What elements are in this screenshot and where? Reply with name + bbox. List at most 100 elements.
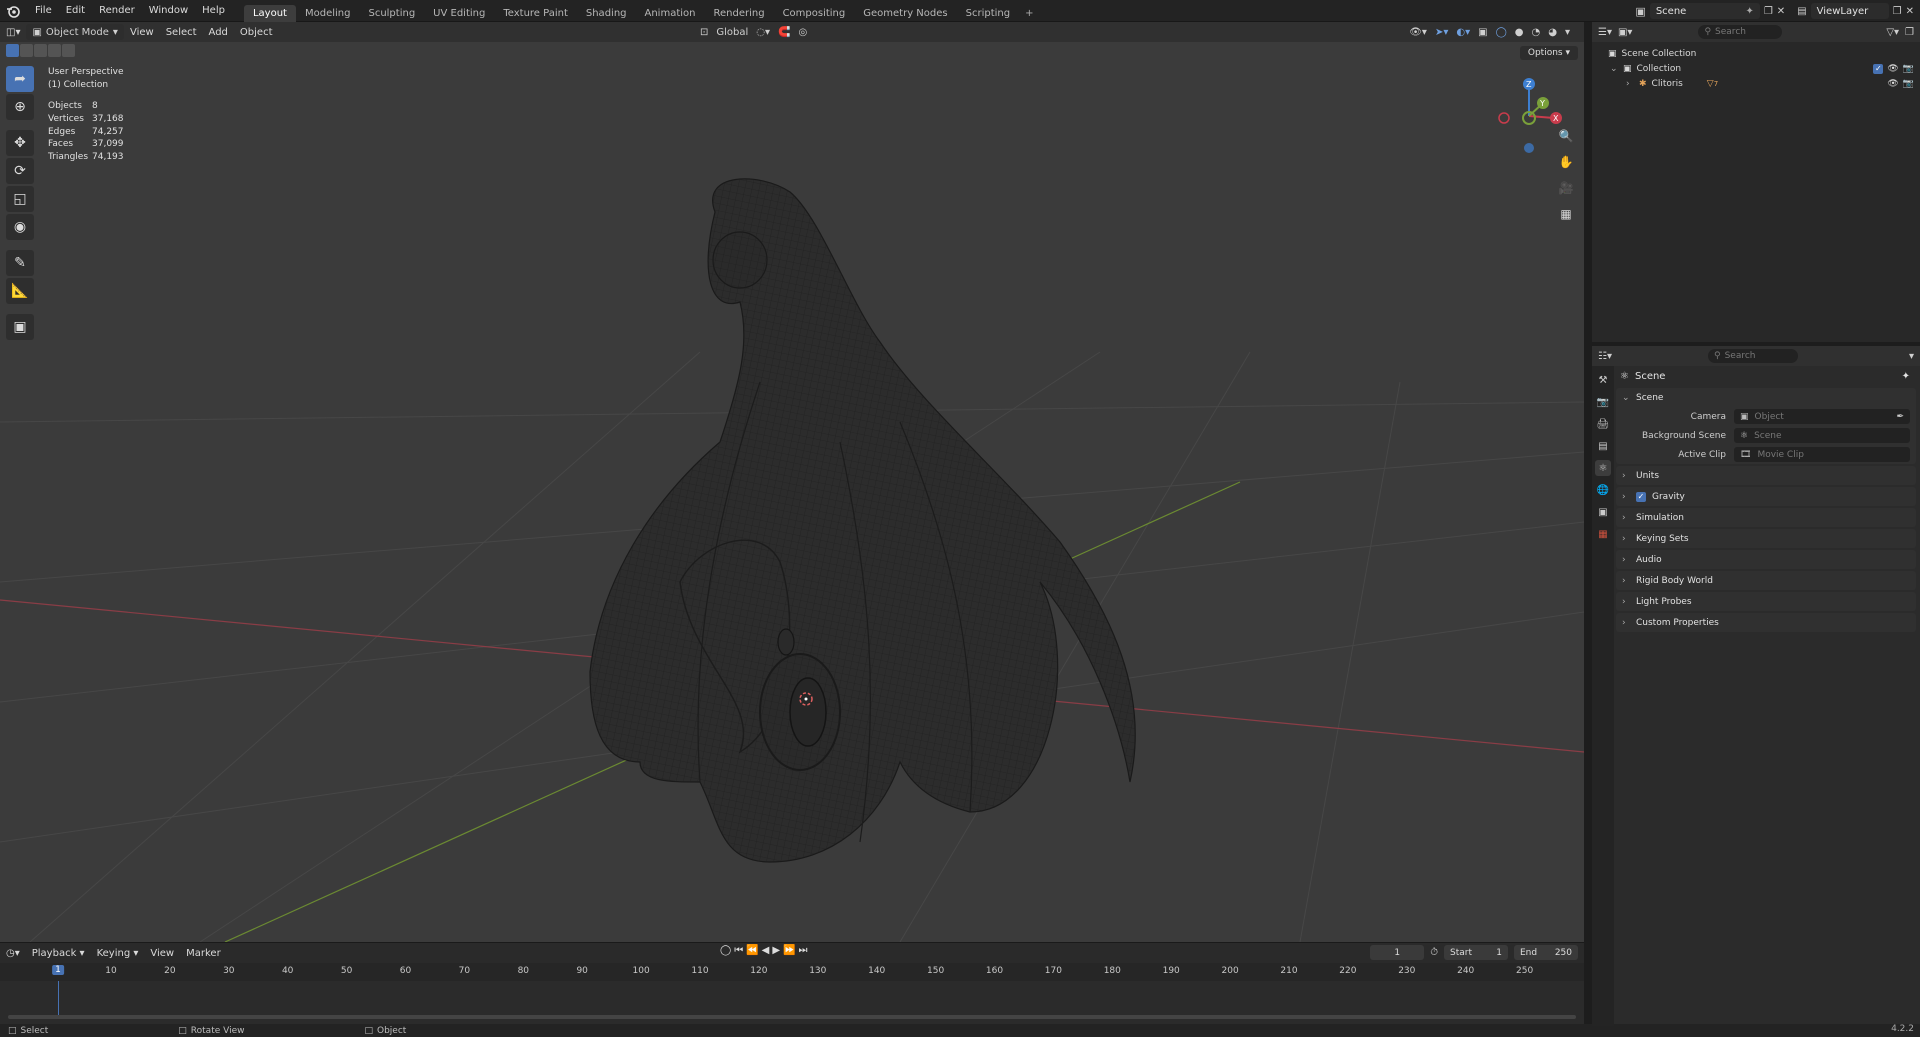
eyedropper-icon[interactable]: ✒ xyxy=(1896,412,1904,422)
tab-compositing[interactable]: Compositing xyxy=(774,5,855,22)
viewport-menu-object[interactable]: Object xyxy=(234,25,279,40)
display-mode-icon[interactable]: ▣▾ xyxy=(1618,27,1632,38)
tab-uv-editing[interactable]: UV Editing xyxy=(424,5,494,22)
texture-tab-icon[interactable]: ▦ xyxy=(1595,526,1611,542)
properties-options-icon[interactable]: ▾ xyxy=(1909,351,1914,362)
timeline-menu-view[interactable]: View xyxy=(144,946,180,961)
material-shading-icon[interactable]: ◔ xyxy=(1532,27,1541,38)
current-frame-field[interactable]: 1 xyxy=(1370,945,1425,960)
jump-start-icon[interactable]: ⏮ xyxy=(734,945,743,956)
select-subtract-icon[interactable] xyxy=(34,44,47,57)
frame-ruler[interactable]: 1 10 20 30 40 50 60 70 80 90 100 110 120 130 140 150 16… xyxy=(0,963,1584,981)
wireframe-shading-icon[interactable]: ◯ xyxy=(1496,27,1507,38)
active-clip-field[interactable]: 🎞 Movie Clip xyxy=(1734,447,1910,462)
options-button[interactable]: Options ▾ xyxy=(1519,46,1578,60)
render-tab-icon[interactable]: 📷 xyxy=(1595,394,1611,410)
playhead-frame-badge[interactable]: 1 xyxy=(52,965,64,975)
play-icon[interactable]: ▶ xyxy=(772,945,780,956)
tab-layout[interactable]: Layout xyxy=(243,4,296,22)
camera-view-icon[interactable]: 🎥 xyxy=(1556,178,1576,198)
pin-icon[interactable]: ✦ xyxy=(1902,371,1910,382)
camera-icon[interactable]: 📷 xyxy=(1903,79,1914,89)
add-workspace-button[interactable]: + xyxy=(1019,5,1039,22)
gravity-checkbox[interactable]: ✓ xyxy=(1636,491,1646,502)
view-layer-tab-icon[interactable]: ▤ xyxy=(1595,438,1611,454)
start-frame-field[interactable]: Start 1 xyxy=(1444,945,1508,960)
select-invert-icon[interactable] xyxy=(48,44,61,57)
tab-texture-paint[interactable]: Texture Paint xyxy=(494,5,577,22)
eye-icon[interactable]: 👁 xyxy=(1887,64,1898,74)
timeline-scrollbar[interactable] xyxy=(8,1015,1576,1019)
properties-editor-icon[interactable]: ☷▾ xyxy=(1598,351,1612,362)
jump-keyframe-back-icon[interactable]: ⏪ xyxy=(746,945,758,956)
delete-scene-icon[interactable]: ✕ xyxy=(1777,6,1785,17)
viewport-menu-select[interactable]: Select xyxy=(160,25,203,40)
custom-properties-panel[interactable]: › Custom Properties xyxy=(1616,613,1916,632)
scene-selector[interactable]: Scene ✦ xyxy=(1649,3,1760,19)
outliner-scene-collection[interactable]: ▣ Scene Collection xyxy=(1592,46,1920,61)
exclude-checkbox[interactable]: ✓ xyxy=(1873,63,1884,74)
mode-dropdown[interactable]: ▣ Object Mode ▾ xyxy=(26,24,124,40)
visibility-icon[interactable]: 👁▾ xyxy=(1409,27,1427,38)
timeline-menu-marker[interactable]: Marker xyxy=(180,946,227,961)
viewport-menu-view[interactable]: View xyxy=(124,25,160,40)
menu-render[interactable]: Render xyxy=(92,3,142,18)
cursor-tool-icon[interactable]: ⊕ xyxy=(6,94,34,120)
solid-shading-icon[interactable]: ● xyxy=(1515,27,1524,38)
scene-tab-icon[interactable]: ⚛ xyxy=(1595,460,1611,476)
menu-help[interactable]: Help xyxy=(195,3,232,18)
background-scene-field[interactable]: ⚛ Scene xyxy=(1734,428,1910,443)
outliner-object-row[interactable]: › ✱ Clitoris ▽7 👁 📷 xyxy=(1592,76,1920,91)
move-tool-icon[interactable]: ✥ xyxy=(6,130,34,156)
collection-tab-icon[interactable]: ▣ xyxy=(1595,504,1611,520)
gizmo-toggle-icon[interactable]: ➤▾ xyxy=(1435,27,1448,38)
chevron-down-icon[interactable]: ⌄ xyxy=(1610,64,1618,74)
measure-tool-icon[interactable]: 📐 xyxy=(6,278,34,304)
zoom-icon[interactable]: 🔍 xyxy=(1556,126,1576,146)
tool-tab-icon[interactable]: ⚒ xyxy=(1595,372,1611,388)
pan-hand-icon[interactable]: ✋ xyxy=(1556,152,1576,172)
rendered-shading-icon[interactable]: ◕ xyxy=(1548,27,1557,38)
transform-orientation[interactable]: Global xyxy=(716,27,748,38)
new-collection-icon[interactable]: ❐ xyxy=(1905,27,1914,38)
perspective-grid-icon[interactable]: ▦ xyxy=(1556,204,1576,224)
jump-end-icon[interactable]: ⏭ xyxy=(799,945,808,956)
pin-icon[interactable]: ✦ xyxy=(1745,6,1753,17)
menu-file[interactable]: File xyxy=(28,3,59,18)
xray-toggle-icon[interactable]: ▣ xyxy=(1478,27,1487,38)
light-probes-panel[interactable]: › Light Probes xyxy=(1616,592,1916,611)
viewlayer-selector[interactable]: ViewLayer xyxy=(1810,3,1889,19)
editor-type-icon[interactable]: ◫▾ xyxy=(0,25,26,40)
select-extend-icon[interactable] xyxy=(20,44,33,57)
tab-shading[interactable]: Shading xyxy=(577,5,636,22)
camera-field[interactable]: ▣ Object ✒ xyxy=(1734,409,1910,424)
shading-options-icon[interactable]: ▾ xyxy=(1565,27,1570,38)
scene-browse-icon[interactable]: ▣ xyxy=(1635,5,1645,18)
playhead-line[interactable] xyxy=(58,981,59,1015)
outliner-search[interactable]: ⚲ Search xyxy=(1698,25,1783,39)
tab-scripting[interactable]: Scripting xyxy=(957,5,1019,22)
units-panel[interactable]: › Units xyxy=(1616,466,1916,485)
end-frame-field[interactable]: End 250 xyxy=(1514,945,1578,960)
tab-sculpting[interactable]: Sculpting xyxy=(359,5,424,22)
outliner-collection[interactable]: ⌄ ▣ Collection ✓ 👁 📷 xyxy=(1592,61,1920,76)
jump-keyframe-forward-icon[interactable]: ⏩ xyxy=(783,945,795,956)
simulation-panel[interactable]: › Simulation xyxy=(1616,508,1916,527)
overlays-toggle-icon[interactable]: ◐▾ xyxy=(1456,27,1470,38)
audio-panel[interactable]: › Audio xyxy=(1616,550,1916,569)
gravity-panel[interactable]: › ✓ Gravity xyxy=(1616,487,1916,506)
pivot-icon[interactable]: ◌▾ xyxy=(756,27,770,38)
rigid-body-world-panel[interactable]: › Rigid Body World xyxy=(1616,571,1916,590)
stopwatch-icon[interactable]: ⏱ xyxy=(1430,947,1438,958)
tab-geometry-nodes[interactable]: Geometry Nodes xyxy=(854,5,956,22)
new-viewlayer-icon[interactable]: ❐ xyxy=(1893,6,1902,17)
filter-icon[interactable]: ▽▾ xyxy=(1886,27,1899,38)
select-box-tool-icon[interactable]: ➦ xyxy=(6,66,34,92)
menu-window[interactable]: Window xyxy=(142,3,195,18)
delete-viewlayer-icon[interactable]: ✕ xyxy=(1906,6,1914,17)
properties-search[interactable]: ⚲ Search xyxy=(1707,349,1798,363)
select-new-icon[interactable] xyxy=(6,44,19,57)
tab-animation[interactable]: Animation xyxy=(636,5,705,22)
transform-tool-icon[interactable]: ◉ xyxy=(6,214,34,240)
timeline-menu-playback[interactable]: Playback ▾ xyxy=(26,946,91,961)
